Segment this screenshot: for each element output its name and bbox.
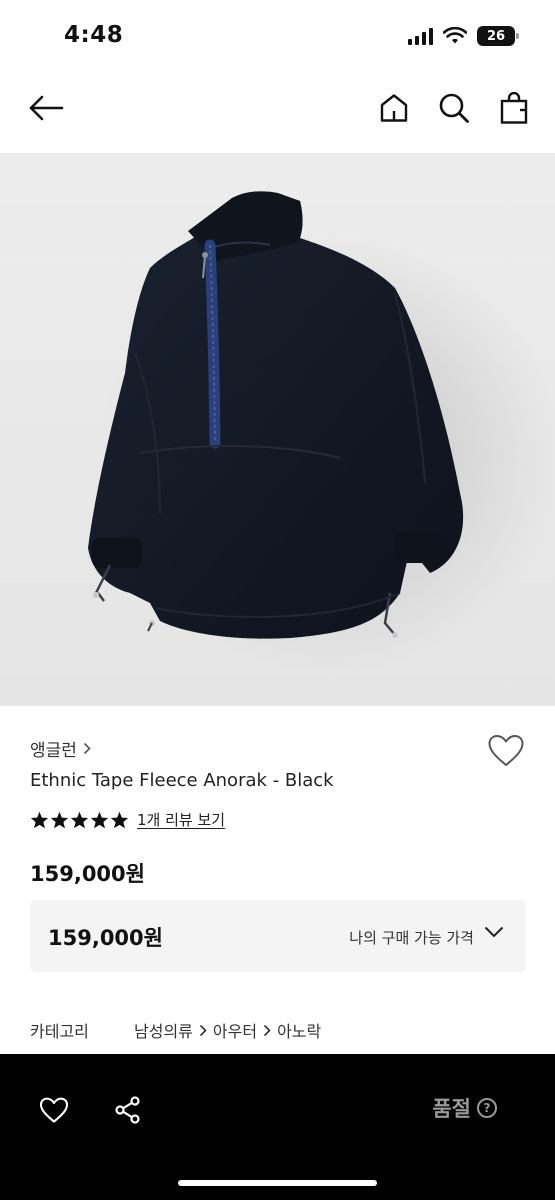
star-icon bbox=[110, 811, 129, 828]
star-icon bbox=[90, 811, 109, 828]
heart-icon bbox=[39, 1097, 69, 1123]
status-icons: 26 bbox=[408, 26, 519, 46]
status-bar: 4:48 26 bbox=[0, 0, 555, 72]
product-price: 159,000원 bbox=[30, 862, 145, 886]
soldout-status: 품절 ? bbox=[432, 1093, 497, 1123]
help-icon[interactable]: ? bbox=[477, 1098, 497, 1118]
product-image[interactable] bbox=[0, 153, 555, 706]
chevron-right-icon bbox=[83, 742, 91, 755]
heart-icon bbox=[488, 735, 524, 766]
share-icon bbox=[115, 1096, 140, 1124]
star-icon bbox=[50, 811, 69, 828]
review-link[interactable]: 1개 리뷰 보기 bbox=[137, 809, 225, 830]
buy-price-value: 159,000원 bbox=[48, 926, 163, 950]
battery-level: 26 bbox=[486, 28, 506, 44]
share-button[interactable] bbox=[106, 1088, 150, 1132]
product-name: Ethnic Tape Fleece Anorak - Black bbox=[30, 770, 334, 791]
arrow-left-icon bbox=[29, 95, 64, 121]
category-label: 카테고리 bbox=[30, 1022, 89, 1041]
breadcrumb-item-anorak[interactable]: 아노락 bbox=[277, 1018, 321, 1042]
star-icon bbox=[70, 811, 89, 828]
cellular-signal-icon bbox=[408, 27, 433, 45]
brand-link[interactable]: 앵글런 bbox=[30, 736, 91, 761]
nav-bar bbox=[0, 72, 555, 150]
chevron-right-icon bbox=[263, 1024, 271, 1036]
battery-icon: 26 bbox=[477, 26, 519, 46]
bottom-wishlist-button[interactable] bbox=[32, 1088, 76, 1132]
home-button[interactable] bbox=[372, 86, 416, 130]
breadcrumb-item-outer[interactable]: 아우터 bbox=[213, 1018, 257, 1042]
brand-name: 앵글런 bbox=[30, 741, 77, 761]
buy-price-label: 나의 구매 가능 가격 bbox=[349, 929, 474, 947]
chevron-down-icon bbox=[484, 926, 504, 938]
bag-button[interactable] bbox=[492, 86, 536, 130]
home-indicator bbox=[178, 1180, 377, 1186]
wishlist-button[interactable] bbox=[487, 734, 527, 770]
status-time: 4:48 bbox=[64, 22, 124, 48]
breadcrumb: 남성의류 아우터 아노락 bbox=[134, 1018, 321, 1042]
breadcrumb-item-mens-clothing[interactable]: 남성의류 bbox=[134, 1018, 193, 1042]
bottom-action-bar: 품절 ? bbox=[0, 1054, 555, 1200]
rating-stars bbox=[30, 811, 129, 829]
chevron-right-icon bbox=[199, 1024, 207, 1036]
shopping-bag-icon bbox=[500, 92, 528, 124]
soldout-label: 품절 bbox=[432, 1097, 471, 1121]
search-icon bbox=[439, 93, 469, 123]
wifi-icon bbox=[443, 27, 467, 44]
search-button[interactable] bbox=[432, 86, 476, 130]
back-button[interactable] bbox=[24, 86, 68, 130]
home-icon bbox=[380, 94, 408, 122]
buy-price-dropdown[interactable]: 159,000원 나의 구매 가능 가격 bbox=[30, 900, 526, 972]
star-icon bbox=[30, 811, 49, 828]
category-row: 카테고리 남성의류 아우터 아노락 bbox=[30, 1018, 321, 1042]
fleece-anorak-photo bbox=[88, 191, 555, 673]
rating-row: 1개 리뷰 보기 bbox=[30, 809, 225, 830]
